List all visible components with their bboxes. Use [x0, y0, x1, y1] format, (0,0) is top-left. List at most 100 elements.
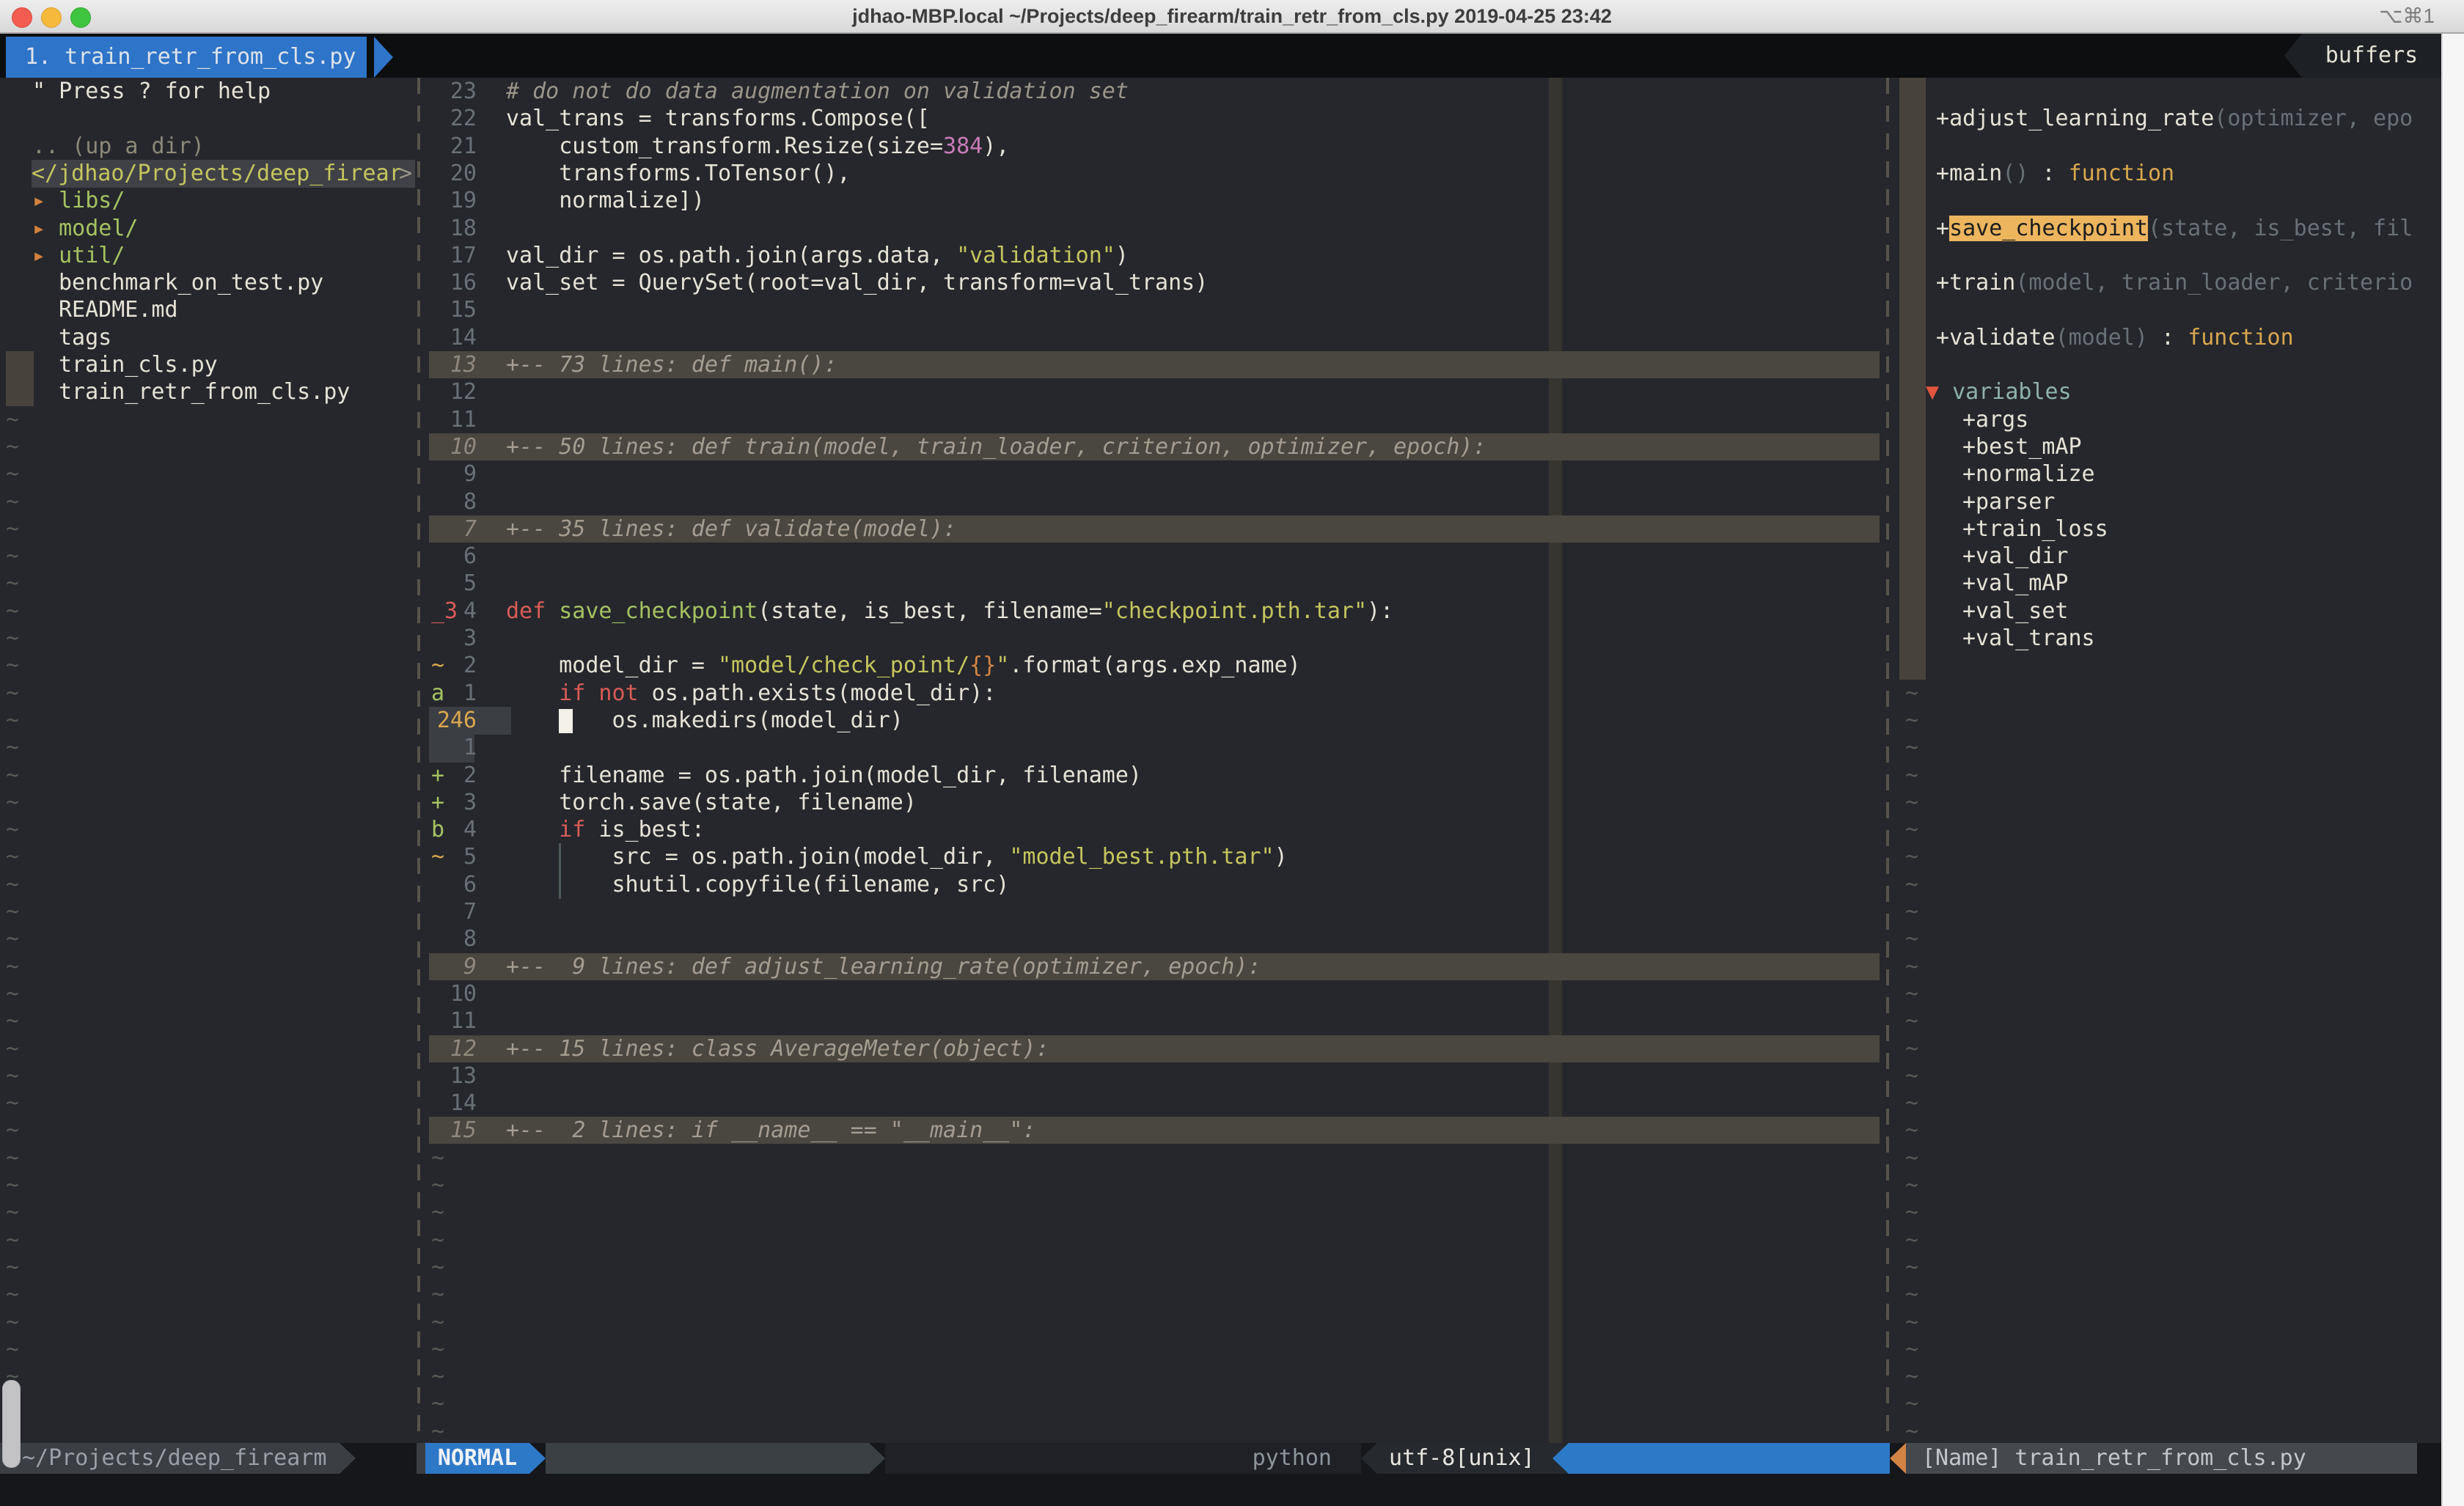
fold-open-icon: ▼ — [1926, 379, 1939, 405]
line-number: 6 — [436, 871, 477, 898]
empty-line-tilde: ~ — [1899, 1145, 2447, 1172]
line-text: shutil.copyfile(filename, src) — [506, 871, 1009, 898]
command-line[interactable] — [0, 1474, 2441, 1506]
code-line[interactable]: 13+-- 73 lines: def main(): — [429, 351, 1880, 379]
empty-line-tilde: ~ — [0, 1418, 421, 1446]
tag-entry-+val_dir[interactable]: +val_dir — [1899, 543, 2464, 570]
code-line[interactable]: b4 if is_best: — [429, 816, 1880, 844]
code-line[interactable]: 14 — [429, 1090, 1880, 1117]
code-line[interactable]: 246 os.makedirs(model_dir) — [429, 707, 1880, 735]
code-line[interactable]: 16val_set = QuerySet(root=val_dir, trans… — [429, 269, 1880, 297]
tag-entry-main[interactable]: +main() : function — [1899, 160, 2464, 188]
scrollbar-thumb[interactable] — [2, 1380, 21, 1468]
titlebar[interactable]: jdhao-MBP.local ~/Projects/deep_firearm/… — [0, 0, 2464, 34]
tag-entry-+best_mAP[interactable]: +best_mAP — [1899, 433, 2464, 461]
tree-item-train_cls.py[interactable]: train_cls.py — [0, 351, 415, 379]
code-line[interactable]: 6 — [429, 543, 1880, 570]
empty-line-tilde: ~ — [0, 1227, 421, 1255]
code-line[interactable]: 20 transforms.ToTensor(), — [429, 160, 1880, 188]
tree-item-benchmark_on_test.py[interactable]: benchmark_on_test.py — [0, 269, 415, 297]
window-separator-left[interactable] — [417, 78, 420, 1443]
tagbar-kind-variables[interactable]: ▼ variables — [1899, 378, 2464, 406]
empty-line-tilde: ~ — [1899, 1062, 2447, 1090]
tree-item-.. (up a dir)[interactable]: .. (up a dir) — [0, 133, 415, 161]
code-line[interactable]: 8 — [429, 488, 1880, 516]
code-line[interactable]: 14 — [429, 324, 1880, 352]
tag-entry-save_checkpoint[interactable]: +save_checkpoint(state, is_best, fil> — [1899, 215, 2464, 243]
tag-entry-+val_trans[interactable]: +val_trans — [1899, 625, 2464, 653]
code-line[interactable]: 17val_dir = os.path.join(args.data, "val… — [429, 242, 1880, 270]
tree-item-tags[interactable]: tags — [0, 324, 415, 352]
line-number: 11 — [436, 406, 477, 433]
buffers-label[interactable]: buffers — [2302, 34, 2441, 78]
tree-item-train_retr_from_cls.py[interactable]: train_retr_from_cls.py — [0, 378, 415, 406]
tree-item-README.md[interactable]: README.md — [0, 296, 415, 324]
code-line[interactable]: 8 — [429, 925, 1880, 953]
tagbar-panel: +adjust_learning_rate(optimizer, epo>+ma… — [1899, 78, 2441, 1443]
line-number: 15 — [436, 1117, 477, 1144]
code-line[interactable]: 19 normalize]) — [429, 187, 1880, 215]
code-line[interactable]: 6 shutil.copyfile(filename, src) — [429, 871, 1880, 899]
code-line[interactable]: 3 — [429, 625, 1880, 653]
empty-line-tilde: ~ — [1899, 1254, 2447, 1282]
tag-entry-+val_mAP[interactable]: +val_mAP — [1899, 570, 2464, 598]
window-separator-right[interactable] — [1886, 78, 1889, 1443]
tag-entry-+train_loss[interactable]: +train_loss — [1899, 515, 2464, 543]
line-number: 13 — [436, 351, 477, 378]
tag-entry-validate[interactable]: +validate(model) : function — [1899, 324, 2464, 352]
tag-entry-+val_set[interactable]: +val_set — [1899, 598, 2464, 625]
tag-entry-+args[interactable]: +args — [1899, 406, 2464, 434]
tree-item-</jdhao/Projects/deep_firear[interactable]: </jdhao/Projects/deep_firear> — [0, 160, 415, 188]
empty-line-tilde: ~ — [1899, 898, 2447, 926]
code-line[interactable]: 1 — [429, 734, 1880, 762]
tag-name: main — [1949, 161, 2002, 186]
empty-line-tilde: ~ — [0, 625, 421, 653]
tag-entry-train[interactable]: +train(model, train_loader, criterio> — [1899, 269, 2464, 297]
empty-line-tilde: ~ — [429, 1281, 1882, 1309]
code-line[interactable]: 12 — [429, 378, 1880, 406]
empty-line-tilde: ~ — [0, 488, 421, 516]
tree-item-libs/[interactable]: ▸ libs/ — [0, 187, 415, 215]
code-line[interactable]: 7 — [429, 898, 1880, 926]
code-line[interactable]: ~2 model_dir = "model/check_point/{}".fo… — [429, 652, 1880, 680]
line-text: val_trans = transforms.Compose([ — [506, 105, 930, 132]
code-line[interactable]: 10 — [429, 980, 1880, 1008]
code-line[interactable]: 5 — [429, 570, 1880, 598]
scrollbar-track[interactable] — [2441, 34, 2464, 1506]
code-line[interactable]: 9+-- 9 lines: def adjust_learning_rate(o… — [429, 953, 1880, 981]
line-text: filename = os.path.join(model_dir, filen… — [506, 762, 1142, 789]
code-line[interactable]: 22 val_trans = transforms.Compose([ — [429, 105, 1880, 133]
line-number: 12 — [436, 1035, 477, 1062]
code-line[interactable]: 15+-- 2 lines: if __name__ == "__main__"… — [429, 1117, 1880, 1145]
code-line[interactable]: 11 — [429, 406, 1880, 434]
truncation-arrow: > — [399, 160, 412, 187]
line-number: 9 — [436, 953, 477, 980]
code-line[interactable]: 21 custom_transform.Resize(size=384), — [429, 133, 1880, 161]
code-line[interactable]: 15 — [429, 296, 1880, 324]
code-line[interactable]: 18 — [429, 215, 1880, 243]
code-line[interactable]: 23# do not do data augmentation on valid… — [429, 78, 1880, 106]
code-line[interactable]: +2 filename = os.path.join(model_dir, fi… — [429, 762, 1880, 790]
tag-entry-+parser[interactable]: +parser — [1899, 488, 2464, 516]
code-line[interactable]: 7+-- 35 lines: def validate(model): — [429, 515, 1880, 543]
line-number: 23 — [436, 78, 477, 105]
tag-entry-adjust_learning_rate[interactable]: +adjust_learning_rate(optimizer, epo> — [1899, 105, 2464, 133]
empty-line-tilde: ~ — [0, 1199, 421, 1227]
code-line[interactable]: 11 — [429, 1007, 1880, 1035]
code-line[interactable]: ~5 src = os.path.join(model_dir, "model_… — [429, 843, 1880, 871]
empty-line-tilde: ~ — [429, 1172, 1882, 1200]
line-number: 5 — [436, 570, 477, 597]
tree-item-model/[interactable]: ▸ model/ — [0, 215, 415, 243]
code-line[interactable]: 10+-- 50 lines: def train(model, train_l… — [429, 433, 1880, 461]
code-line[interactable]: a1 if not os.path.exists(model_dir): — [429, 680, 1880, 708]
code-line[interactable]: _34def save_checkpoint(state, is_best, f… — [429, 598, 1880, 625]
code-line[interactable]: 12+-- 15 lines: class AverageMeter(objec… — [429, 1035, 1880, 1063]
tree-item-util/[interactable]: ▸ util/ — [0, 242, 415, 270]
tag-entry-+normalize[interactable]: +normalize — [1899, 460, 2464, 488]
code-line[interactable]: 9 — [429, 460, 1880, 488]
nerdtree-statusline-path: ~/Projects/deep_firearm — [0, 1443, 340, 1474]
code-line[interactable]: 13 — [429, 1062, 1880, 1090]
tab-train-retr-from-cls[interactable]: 1. train_retr_from_cls.py — [6, 37, 367, 78]
code-line[interactable]: +3 torch.save(state, filename) — [429, 789, 1880, 817]
line-number: 22 — [436, 105, 477, 132]
